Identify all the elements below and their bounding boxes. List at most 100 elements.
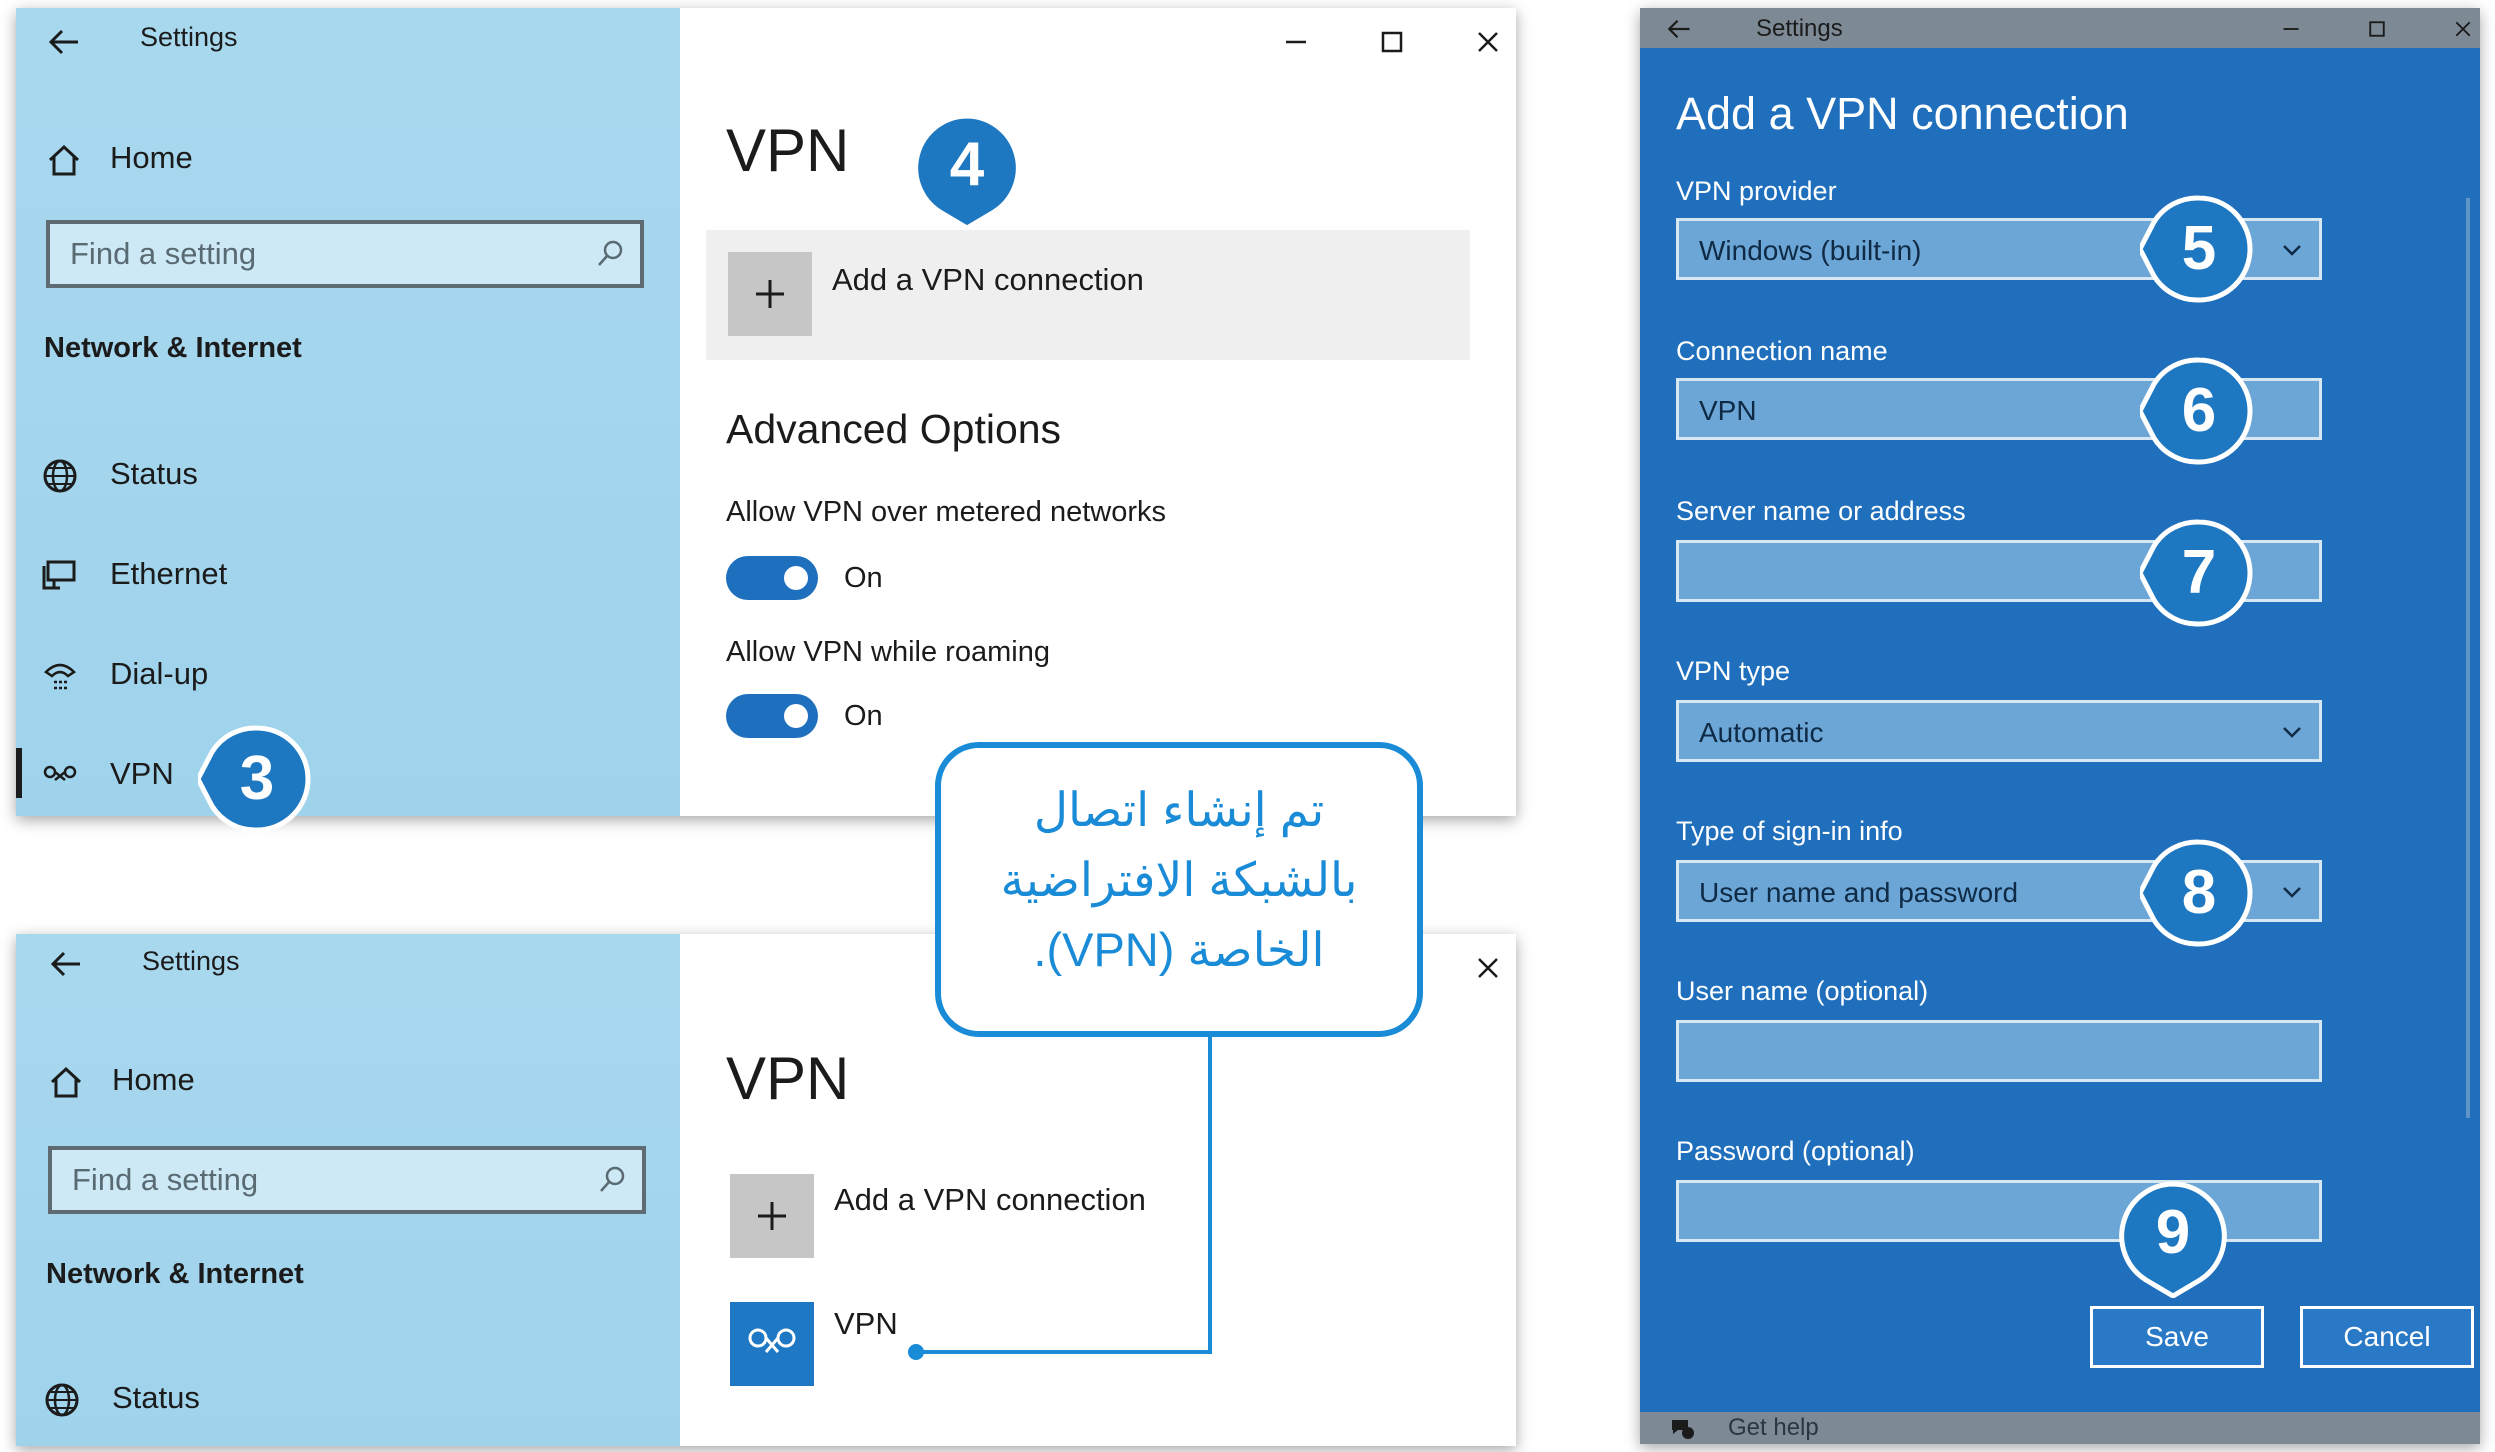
username-input[interactable] <box>1676 1020 2322 1082</box>
search-icon <box>600 1166 625 1192</box>
back-arrow-icon[interactable] <box>46 944 86 984</box>
step-3-callout: 3 <box>195 720 316 838</box>
selected-indicator <box>16 748 22 798</box>
sidebar-item-status[interactable]: Status <box>110 456 198 492</box>
sidebar: Settings Home Find a setting Network & I… <box>16 8 680 816</box>
nav-home[interactable]: Home <box>110 140 193 176</box>
sidebar-item-ethernet[interactable]: Ethernet <box>110 556 227 592</box>
vpn-type-label: VPN type <box>1676 656 1791 686</box>
cancel-button[interactable]: Cancel <box>2300 1306 2474 1368</box>
page-title: VPN <box>726 1045 850 1112</box>
dialup-icon <box>44 663 76 690</box>
step-4-callout: 4 <box>908 112 1026 231</box>
step-3-number: 3 <box>239 744 275 813</box>
dialog-heading: Add a VPN connection <box>1676 88 2129 139</box>
step-6-number: 6 <box>2181 376 2217 445</box>
search-icon <box>598 240 623 266</box>
step-7-number: 7 <box>2181 538 2217 607</box>
vpn-type-value: Automatic <box>1699 717 1824 748</box>
step-9-callout: 9 <box>2114 1180 2232 1299</box>
option1-state: On <box>844 562 883 594</box>
vpn-provider-value: Windows (built-in) <box>1699 235 1922 266</box>
add-vpn-row[interactable]: Add a VPN connection <box>706 230 1470 360</box>
option1-label: Allow VPN over metered networks <box>726 496 1166 528</box>
sidebar-item-status[interactable]: Status <box>112 1380 200 1416</box>
maximize-icon[interactable] <box>2362 14 2392 44</box>
option2-state: On <box>844 700 883 732</box>
add-vpn-dialog: Settings Add a VPN connection VPN provid… <box>1640 8 2480 1444</box>
nav-home[interactable]: Home <box>112 1062 195 1098</box>
minimize-icon[interactable] <box>2276 14 2306 44</box>
note-line-1: تم إنشاء اتصال <box>1033 783 1325 836</box>
connector-line <box>908 1034 1212 1360</box>
close-icon[interactable] <box>1468 22 1508 62</box>
dialog-window-title: Settings <box>1756 15 1843 42</box>
sidebar-item-vpn[interactable]: VPN <box>110 756 174 792</box>
note-line-2: بالشبكة الافتراضية <box>1000 853 1358 906</box>
sidebar: Settings Home Find a setting Network & I… <box>16 934 680 1446</box>
step-4-number: 4 <box>949 130 985 199</box>
username-label: User name (optional) <box>1676 976 1929 1006</box>
page-title: VPN <box>726 117 850 184</box>
ethernet-icon <box>42 560 76 590</box>
help-icon <box>1672 1420 1694 1439</box>
search-input[interactable]: Find a setting <box>46 220 644 288</box>
search-placeholder: Find a setting <box>72 1162 259 1197</box>
step-5-number: 5 <box>2181 214 2217 283</box>
dialog-titlebar: Settings <box>1640 8 2480 48</box>
note-line-3: الخاصة (VPN). <box>1033 923 1325 976</box>
close-icon[interactable] <box>1468 948 1508 988</box>
signin-type-value: User name and password <box>1699 877 2019 908</box>
window-title: Settings <box>142 946 240 976</box>
globe-icon <box>45 1383 79 1417</box>
step-8-number: 8 <box>2181 858 2217 927</box>
add-vpn-label: Add a VPN connection <box>832 262 1144 297</box>
main-pane: VPN Add a VPN connection Advanced Option… <box>680 8 1516 816</box>
search-input[interactable]: Find a setting <box>48 1146 646 1214</box>
option2-label: Allow VPN while roaming <box>726 636 1050 668</box>
vpn-icon <box>43 765 77 781</box>
vpn-type-select[interactable]: Automatic <box>1676 700 2322 762</box>
step-5-callout: 5 <box>2137 190 2258 308</box>
connection-name-value: VPN <box>1699 395 1757 426</box>
add-tile[interactable] <box>730 1174 814 1258</box>
chevron-down-icon <box>2283 887 2301 898</box>
metered-toggle[interactable] <box>726 556 818 600</box>
vpn-connection-tile[interactable] <box>730 1302 814 1386</box>
add-tile <box>728 252 812 336</box>
search-placeholder: Find a setting <box>70 236 257 271</box>
globe-icon <box>43 459 77 493</box>
server-label: Server name or address <box>1676 496 1966 526</box>
step-7-callout: 7 <box>2137 514 2258 632</box>
minimize-icon[interactable] <box>1276 22 1316 62</box>
step-6-callout: 6 <box>2137 352 2258 470</box>
back-arrow-icon[interactable] <box>1664 14 1694 44</box>
section-title: Network & Internet <box>44 332 302 364</box>
maximize-icon[interactable] <box>1372 22 1412 62</box>
chevron-down-icon <box>2283 727 2301 738</box>
plus-icon <box>756 280 784 308</box>
back-arrow-icon[interactable] <box>44 22 84 62</box>
settings-window-top: Settings Home Find a setting Network & I… <box>16 8 1516 816</box>
step-9-number: 9 <box>2155 1198 2191 1267</box>
vpn-connection-label[interactable]: VPN <box>834 1306 898 1342</box>
sidebar-item-dialup[interactable]: Dial-up <box>110 656 208 692</box>
chevron-down-icon <box>2283 245 2301 256</box>
advanced-title: Advanced Options <box>726 406 1062 452</box>
password-label: Password (optional) <box>1676 1136 1915 1166</box>
note-bubble: تم إنشاء اتصال بالشبكة الافتراضية الخاصة… <box>935 742 1423 1037</box>
vpn-provider-label: VPN provider <box>1676 176 1837 206</box>
help-bar: Get help <box>1640 1412 2480 1444</box>
home-icon <box>48 144 80 176</box>
signin-type-label: Type of sign-in info <box>1676 816 1903 846</box>
vpn-icon <box>748 1328 796 1353</box>
dialog-scrollbar[interactable] <box>2466 198 2470 1118</box>
window-title: Settings <box>140 22 238 52</box>
help-link[interactable]: Get help <box>1728 1414 1819 1442</box>
plus-icon <box>758 1202 786 1230</box>
roaming-toggle[interactable] <box>726 694 818 738</box>
step-8-callout: 8 <box>2137 834 2258 952</box>
save-button[interactable]: Save <box>2090 1306 2264 1368</box>
home-icon <box>50 1066 82 1098</box>
close-icon[interactable] <box>2448 14 2478 44</box>
